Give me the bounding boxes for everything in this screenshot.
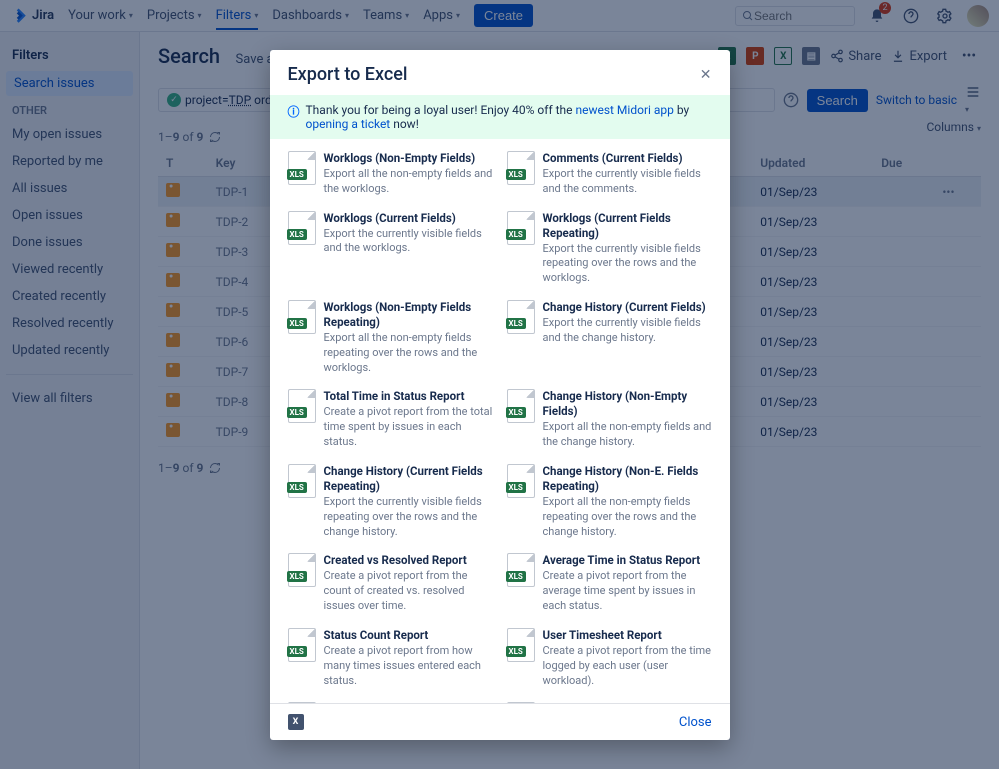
option-desc: Create a pivot report from the count of … <box>324 569 493 614</box>
option-desc: Create a pivot report from the time logg… <box>543 644 712 689</box>
option-title: User Timesheet Report <box>543 628 712 643</box>
export-option[interactable]: XLS Worklogs (Non-Empty Fields Repeating)… <box>288 300 493 375</box>
modal-close-button[interactable]: ✕ <box>700 67 712 83</box>
promo-banner: ⓘ Thank you for being a loyal user! Enjo… <box>270 95 730 139</box>
option-desc: Export all the non-empty fields repeatin… <box>543 495 712 540</box>
option-title: Project Timesheet Report <box>324 702 493 703</box>
xls-file-icon: XLS <box>288 464 316 498</box>
xls-file-icon: XLS <box>507 464 535 498</box>
xls-file-icon: XLS <box>288 702 316 703</box>
modal-overlay[interactable]: Export to Excel ✕ ⓘ Thank you for being … <box>0 0 999 769</box>
option-title: Worklogs (Current Fields Repeating) <box>543 211 712 241</box>
export-option[interactable]: XLS Change History (Non-E. Fields Repeati… <box>507 464 712 539</box>
modal-close-link[interactable]: Close <box>679 715 712 730</box>
option-desc: Create a pivot report from the average t… <box>543 569 712 614</box>
option-title: Change History (Current Fields Repeating… <box>324 464 493 494</box>
xls-file-icon: XLS <box>507 628 535 662</box>
option-desc: Export the currently visible fields and … <box>324 227 493 257</box>
option-title: Worklogs (Non-Empty Fields Repeating) <box>324 300 493 330</box>
option-desc: Export all the non-empty fields and the … <box>324 167 493 197</box>
footer-excel-icon[interactable]: X <box>288 714 304 730</box>
xls-file-icon: XLS <box>288 553 316 587</box>
option-title: Created vs Resolved Report <box>324 553 493 568</box>
export-option[interactable]: XLS Worklogs (Non-Empty Fields)Export all… <box>288 151 493 197</box>
option-desc: Export the currently visible fields and … <box>543 316 712 346</box>
xls-file-icon: XLS <box>507 151 535 185</box>
option-title: Worklogs (Non-Empty Fields) <box>324 151 493 166</box>
option-title: Change History (Current Fields) <box>543 300 712 315</box>
export-option[interactable]: XLS Total Time in Status ReportCreate a p… <box>288 389 493 450</box>
option-title: Comments (Current Fields) <box>543 151 712 166</box>
xls-file-icon: XLS <box>288 211 316 245</box>
xls-file-icon: XLS <box>288 628 316 662</box>
option-desc: Export the currently visible fields repe… <box>543 242 712 287</box>
export-option[interactable]: XLS Average Time in Status ReportCreate a… <box>507 553 712 613</box>
banner-link-ticket[interactable]: opening a ticket <box>306 117 391 131</box>
option-desc: Export all the non-empty fields repeatin… <box>324 331 493 376</box>
modal-title: Export to Excel <box>288 64 408 85</box>
export-option[interactable]: XLS Change History (Current Fields)Export… <box>507 300 712 375</box>
option-title: Component Timesheet Report <box>543 702 712 703</box>
xls-file-icon: XLS <box>507 702 535 703</box>
option-title: Status Count Report <box>324 628 493 643</box>
export-option[interactable]: XLSComponent Timesheet ReportCreate a pi… <box>507 702 712 703</box>
export-option[interactable]: XLS Worklogs (Current Fields Repeating)Ex… <box>507 211 712 286</box>
export-option[interactable]: XLSProject Timesheet ReportCreate a pivo… <box>288 702 493 703</box>
xls-file-icon: XLS <box>507 389 535 423</box>
option-desc: Export all the non-empty fields and the … <box>543 420 712 450</box>
export-option[interactable]: XLS Change History (Current Fields Repeat… <box>288 464 493 539</box>
export-excel-modal: Export to Excel ✕ ⓘ Thank you for being … <box>270 50 730 740</box>
xls-file-icon: XLS <box>288 300 316 334</box>
export-option[interactable]: XLS Change History (Non-Empty Fields)Expo… <box>507 389 712 450</box>
option-desc: Export the currently visible fields repe… <box>324 495 493 540</box>
xls-file-icon: XLS <box>507 211 535 245</box>
xls-file-icon: XLS <box>288 151 316 185</box>
option-title: Change History (Non-E. Fields Repeating) <box>543 464 712 494</box>
option-desc: Export the currently visible fields and … <box>543 167 712 197</box>
option-title: Total Time in Status Report <box>324 389 493 404</box>
export-option[interactable]: XLS Worklogs (Current Fields)Export the c… <box>288 211 493 286</box>
xls-file-icon: XLS <box>507 300 535 334</box>
option-desc: Create a pivot report from the total tim… <box>324 405 493 450</box>
option-title: Change History (Non-Empty Fields) <box>543 389 712 419</box>
export-option[interactable]: XLS Status Count ReportCreate a pivot rep… <box>288 628 493 688</box>
banner-link-app[interactable]: newest Midori app <box>575 103 673 117</box>
xls-file-icon: XLS <box>507 553 535 587</box>
option-desc: Create a pivot report from how many time… <box>324 644 493 689</box>
export-option[interactable]: XLS Comments (Current Fields)Export the c… <box>507 151 712 197</box>
export-option[interactable]: XLS User Timesheet ReportCreate a pivot r… <box>507 628 712 688</box>
xls-file-icon: XLS <box>288 389 316 423</box>
option-title: Worklogs (Current Fields) <box>324 211 493 226</box>
export-option[interactable]: XLS Created vs Resolved ReportCreate a pi… <box>288 553 493 613</box>
info-icon: ⓘ <box>288 103 300 120</box>
option-title: Average Time in Status Report <box>543 553 712 568</box>
